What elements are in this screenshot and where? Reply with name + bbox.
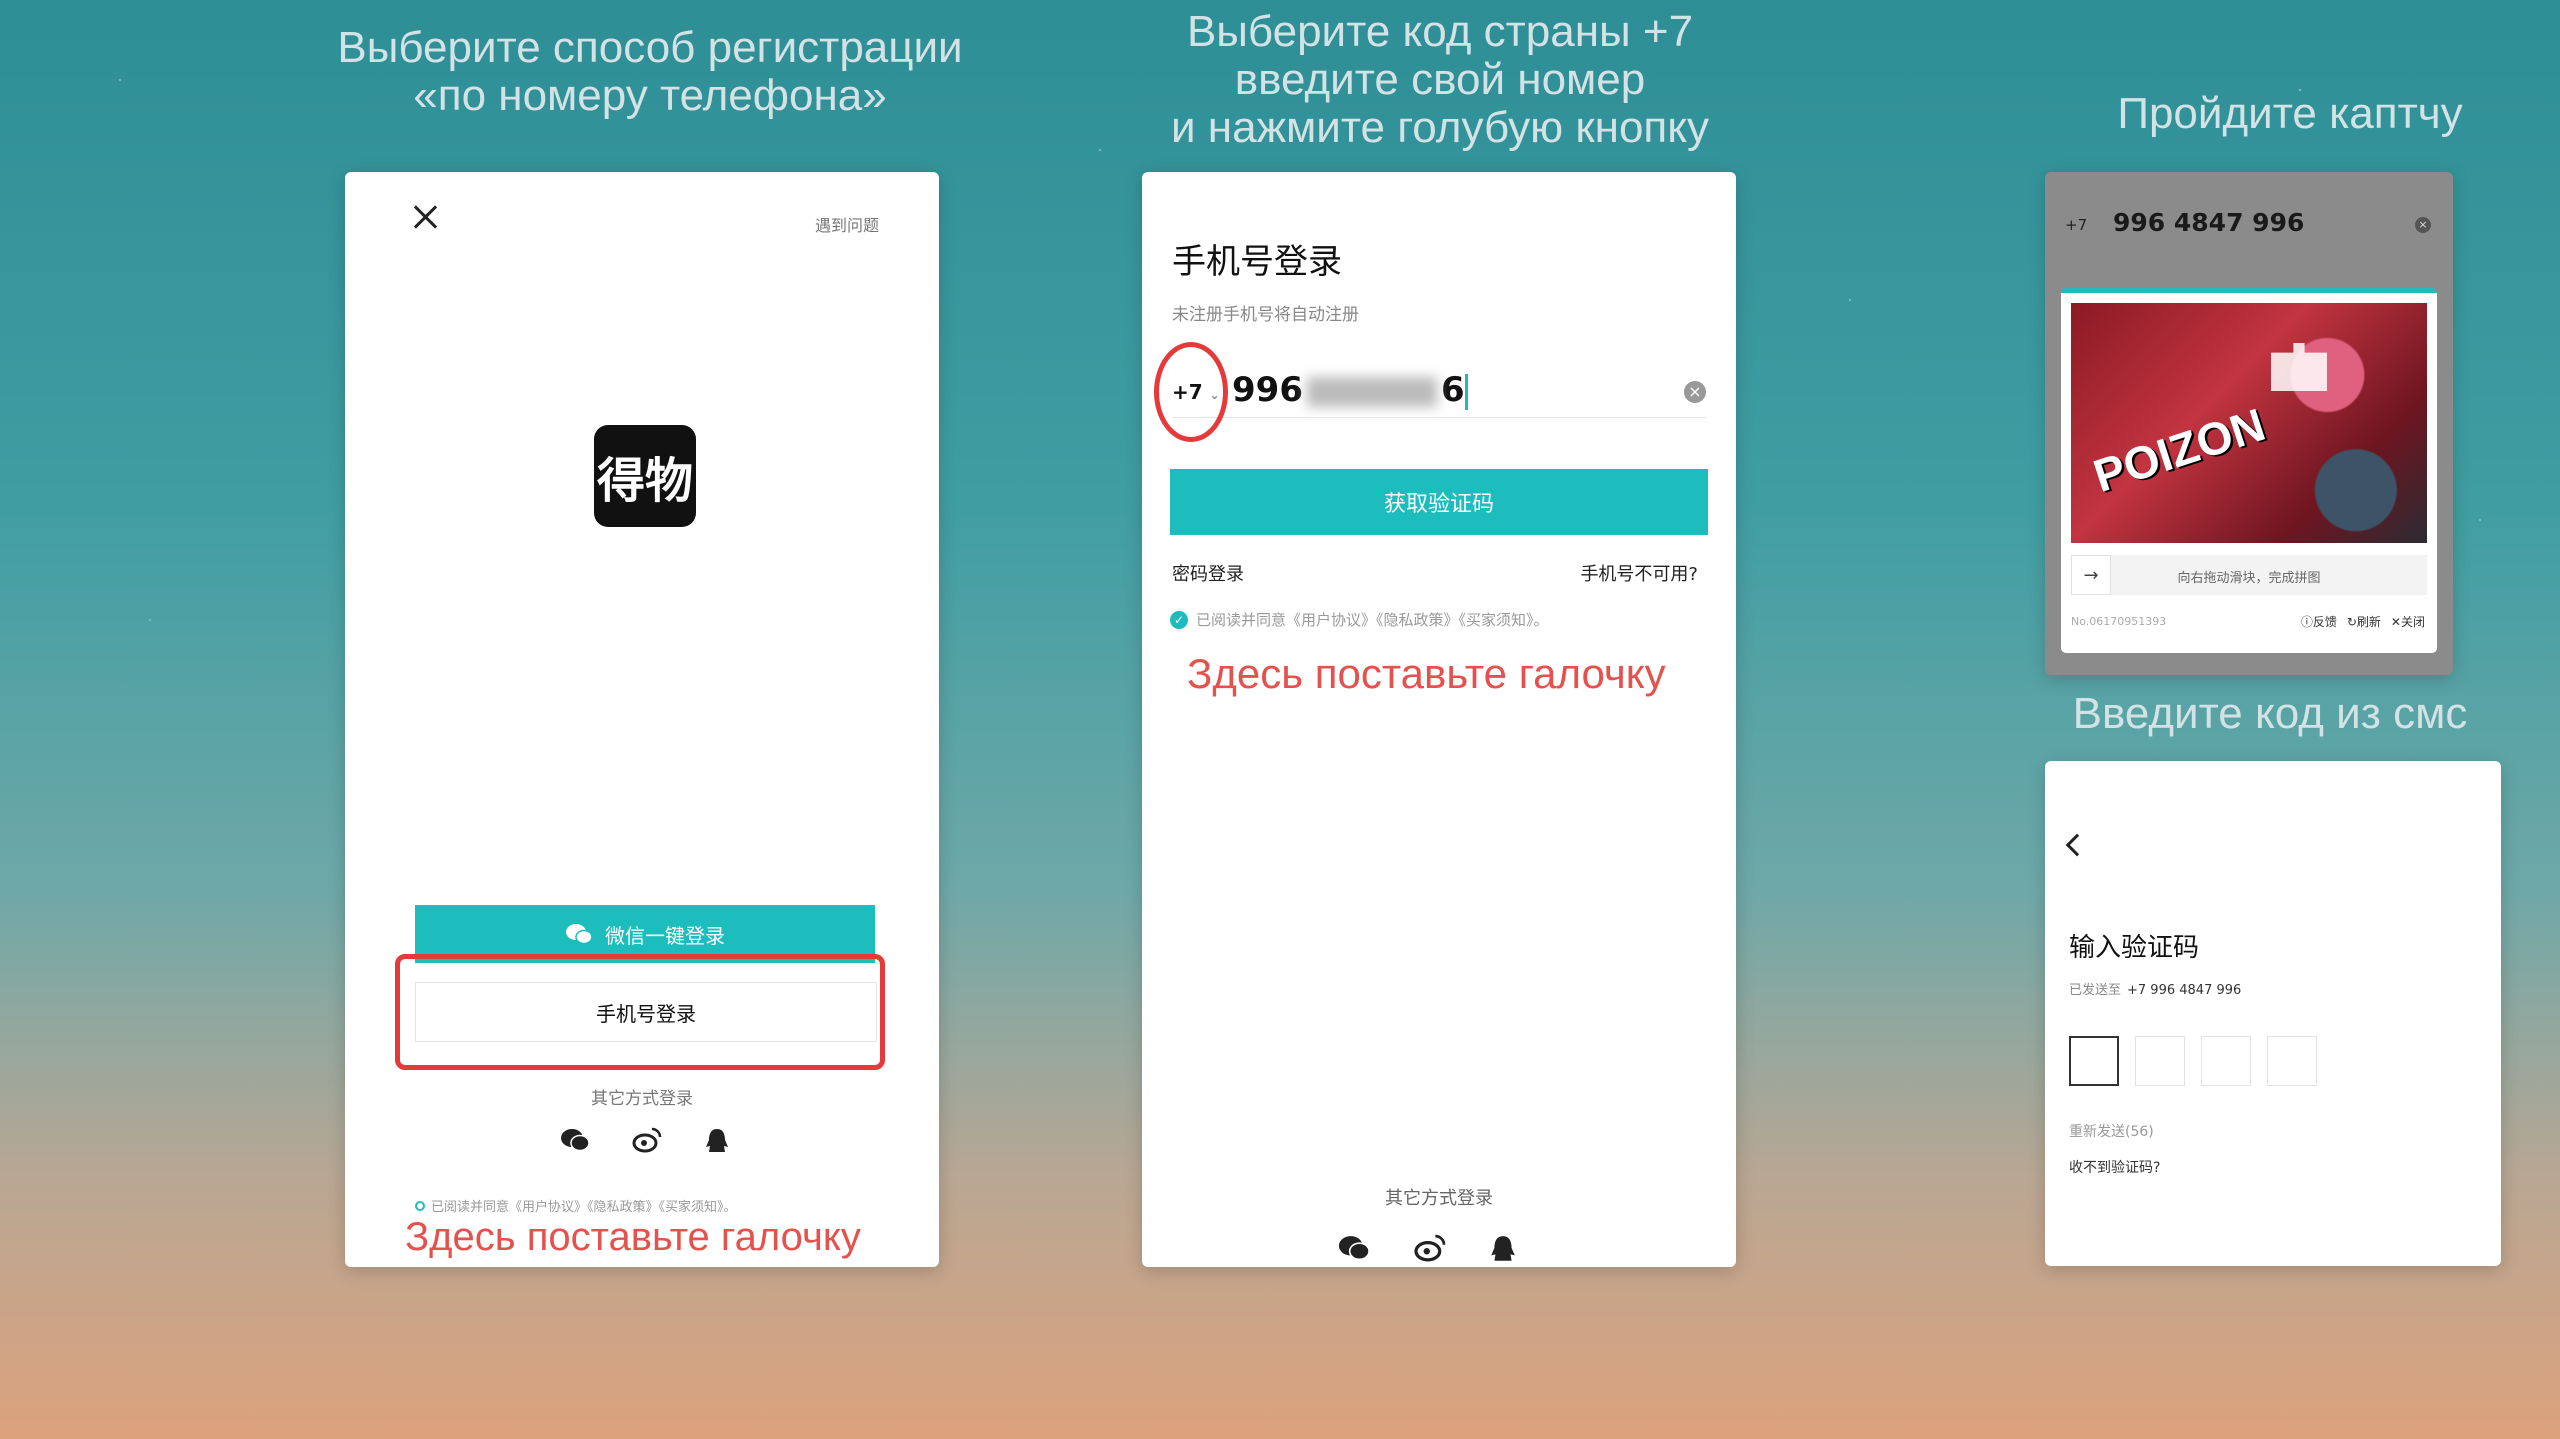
agreement-text: 已阅读并同意《用户协议》《隐私政策》《买家须知》。 — [431, 1200, 737, 1215]
caption-step3: Пройдите каптчу — [2117, 89, 2463, 138]
other-methods-label: 其它方式登录 — [1385, 1188, 1493, 1209]
captcha-image: POIZON — [2071, 303, 2427, 543]
page-title: 手机号登录 — [1172, 242, 1342, 282]
social-login-row — [1337, 1234, 1517, 1264]
weibo-icon[interactable] — [632, 1127, 662, 1153]
captcha-actions: ⓘ反馈 ↻刷新 ✕关闭 — [2301, 613, 2425, 630]
phone-unavailable-link[interactable]: 手机号不可用? — [1580, 560, 1698, 586]
annotation-checkbox: Здесь поставьте галочку — [1187, 650, 1666, 697]
page-title: 输入验证码 — [2069, 933, 2200, 963]
blurred-digits — [1306, 376, 1437, 407]
captcha-screen: +7 996 4847 996 × POIZON → 向右拖动滑块，完成拼图 N… — [2045, 172, 2453, 675]
refresh-icon: ↻ — [2346, 615, 2357, 629]
qq-icon[interactable] — [1489, 1234, 1517, 1264]
phone-input[interactable]: 996 6 — [1232, 370, 1468, 410]
phone-suffix: 6 — [1440, 370, 1465, 410]
input-underline — [1172, 417, 1706, 418]
app-logo: 得物 — [594, 425, 696, 527]
wechat-icon — [566, 924, 593, 945]
phone-prefix: 996 — [1232, 370, 1303, 410]
feedback-label: 反馈 — [2312, 615, 2337, 629]
get-code-button[interactable]: 获取验证码 — [1170, 469, 1708, 535]
sms-code-screen: 输入验证码 已发送至 +7 996 4847 996 重新发送(56) 收不到验证… — [2045, 761, 2501, 1266]
close-label: 关闭 — [2400, 615, 2425, 629]
code-digit-box[interactable] — [2267, 1036, 2317, 1086]
no-code-link[interactable]: 收不到验证码? — [2069, 1157, 2160, 1177]
wechat-icon[interactable] — [560, 1127, 590, 1153]
code-digit-box[interactable] — [2069, 1036, 2119, 1086]
agreement-row[interactable]: ✓ 已阅读并同意《用户协议》《隐私政策》《买家须知》。 — [1170, 609, 1549, 630]
highlight-rectangle — [395, 954, 885, 1070]
info-icon: ⓘ — [2300, 615, 2313, 629]
caption-step4: Введите код из смс — [2072, 689, 2468, 738]
captcha-card: POIZON → 向右拖动滑块，完成拼图 No.06170951393 ⓘ反馈 … — [2061, 288, 2437, 653]
page-subtitle: 未注册手机号将自动注册 — [1172, 305, 1359, 325]
code-digit-box[interactable] — [2201, 1036, 2251, 1086]
login-choice-screen: 遇到问题 得物 微信一键登录 手机号登录 其它方式登录 已阅读并同意《用户协议》… — [345, 172, 939, 1267]
clear-icon[interactable]: × — [1684, 381, 1706, 403]
close-button[interactable]: ✕关闭 — [2391, 613, 2425, 630]
caption-step2: Выберите код страны +7 введите свой номе… — [1171, 7, 1709, 152]
other-methods-label: 其它方式登录 — [591, 1089, 693, 1109]
agreement-row[interactable]: 已阅读并同意《用户协议》《隐私政策》《买家须知》。 — [415, 1196, 737, 1215]
code-input[interactable] — [2069, 1036, 2317, 1086]
highlight-circle — [1154, 342, 1228, 442]
resend-link[interactable]: 重新发送(56) — [2069, 1121, 2154, 1141]
wechat-icon[interactable] — [1337, 1234, 1371, 1262]
puzzle-piece — [2271, 343, 2327, 391]
close-icon: ✕ — [2390, 615, 2401, 629]
trouble-link[interactable]: 遇到问题 — [815, 212, 879, 236]
qq-icon[interactable] — [704, 1127, 730, 1155]
social-login-row — [560, 1127, 730, 1155]
code-digit-box[interactable] — [2135, 1036, 2185, 1086]
text-caret — [1464, 373, 1468, 410]
phone-login-screen: 手机号登录 未注册手机号将自动注册 +7 ⌄ 996 6 × 获取验证码 密码登录… — [1142, 172, 1736, 1267]
slider-hint: 向右拖动滑块，完成拼图 — [2177, 571, 2321, 586]
captcha-image-text: POIZON — [2087, 398, 2272, 502]
feedback-button[interactable]: ⓘ反馈 — [2301, 613, 2337, 630]
country-code: +7 — [2065, 216, 2088, 234]
annotation-checkbox: Здесь поставьте галочку — [405, 1215, 861, 1259]
agreement-checkbox[interactable] — [415, 1200, 425, 1211]
phone-number: 996 4847 996 — [2113, 208, 2305, 237]
wechat-login-label: 微信一键登录 — [605, 923, 725, 948]
captcha-id: No.06170951393 — [2071, 615, 2167, 628]
agreement-text: 已阅读并同意《用户协议》《隐私政策》《买家须知》。 — [1196, 611, 1549, 629]
refresh-button[interactable]: ↻刷新 — [2347, 613, 2381, 630]
clear-icon[interactable]: × — [2415, 217, 2431, 233]
close-icon[interactable] — [410, 202, 440, 232]
sent-to-row: 已发送至 +7 996 4847 996 — [2069, 979, 2241, 998]
refresh-label: 刷新 — [2356, 615, 2381, 629]
weibo-icon[interactable] — [1413, 1234, 1447, 1262]
back-icon[interactable] — [2065, 833, 2089, 857]
caption-step1: Выберите способ регистрации «по номеру т… — [337, 23, 963, 120]
check-icon[interactable]: ✓ — [1170, 610, 1188, 629]
sent-to-label: 已发送至 — [2069, 983, 2122, 998]
sent-to-number: +7 996 4847 996 — [2127, 983, 2242, 998]
password-login-link[interactable]: 密码登录 — [1172, 560, 1244, 586]
captcha-slider[interactable]: → 向右拖动滑块，完成拼图 — [2071, 555, 2427, 595]
